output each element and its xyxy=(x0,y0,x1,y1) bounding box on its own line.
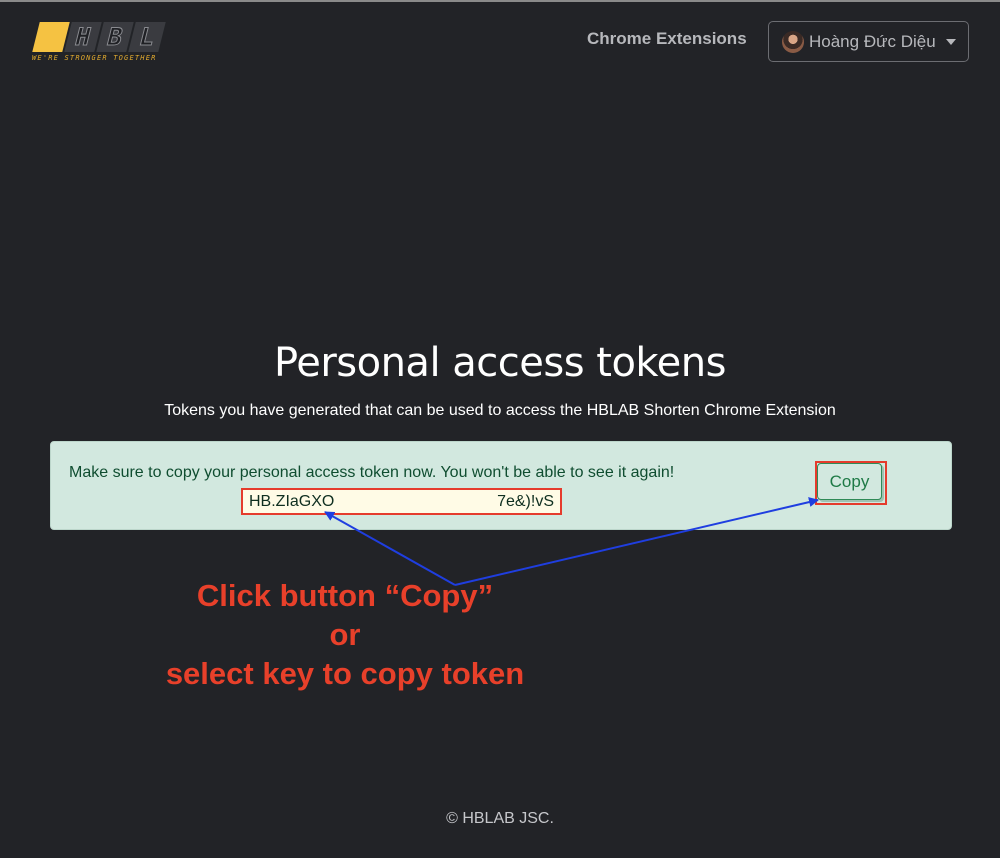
logo-letter: B xyxy=(96,22,134,52)
logo-yellow-tile xyxy=(32,22,70,52)
logo-letter: H xyxy=(64,22,102,52)
logo-letter: L xyxy=(128,22,166,52)
user-name: Hoàng Đức Diệu xyxy=(809,31,936,51)
copy-token-button[interactable]: Copy xyxy=(817,463,882,500)
annotation-line-2: or xyxy=(329,617,361,652)
page-title: Personal access tokens xyxy=(274,340,726,386)
access-token-value[interactable]: HB.ZIaGXO 7e&)!vS xyxy=(241,488,562,515)
annotation-line-3: select key to copy token xyxy=(165,656,525,691)
user-avatar xyxy=(782,30,804,53)
footer-copyright: © HBLAB JSC. xyxy=(446,810,554,827)
nav-chrome-extensions-link[interactable]: Chrome Extensions xyxy=(587,29,747,49)
window-top-border xyxy=(0,0,1000,2)
page-subtitle: Tokens you have generated that can be us… xyxy=(164,402,836,419)
annotation-line-1: Click button “Copy” xyxy=(196,578,494,613)
token-end: 7e&)!vS xyxy=(497,493,554,510)
token-start: HB.ZIaGXO xyxy=(249,493,335,510)
alert-message: Make sure to copy your personal access t… xyxy=(69,464,675,481)
user-menu-dropdown[interactable]: Hoàng Đức Diệu xyxy=(768,21,969,62)
hbl-logo[interactable]: H B L WE'RE STRONGER TOGETHER xyxy=(30,22,166,64)
token-alert: Make sure to copy your personal access t… xyxy=(50,441,952,530)
caret-down-icon xyxy=(945,38,956,45)
logo-tagline: WE'RE STRONGER TOGETHER xyxy=(32,54,157,62)
annotation-arrows xyxy=(324,497,819,586)
